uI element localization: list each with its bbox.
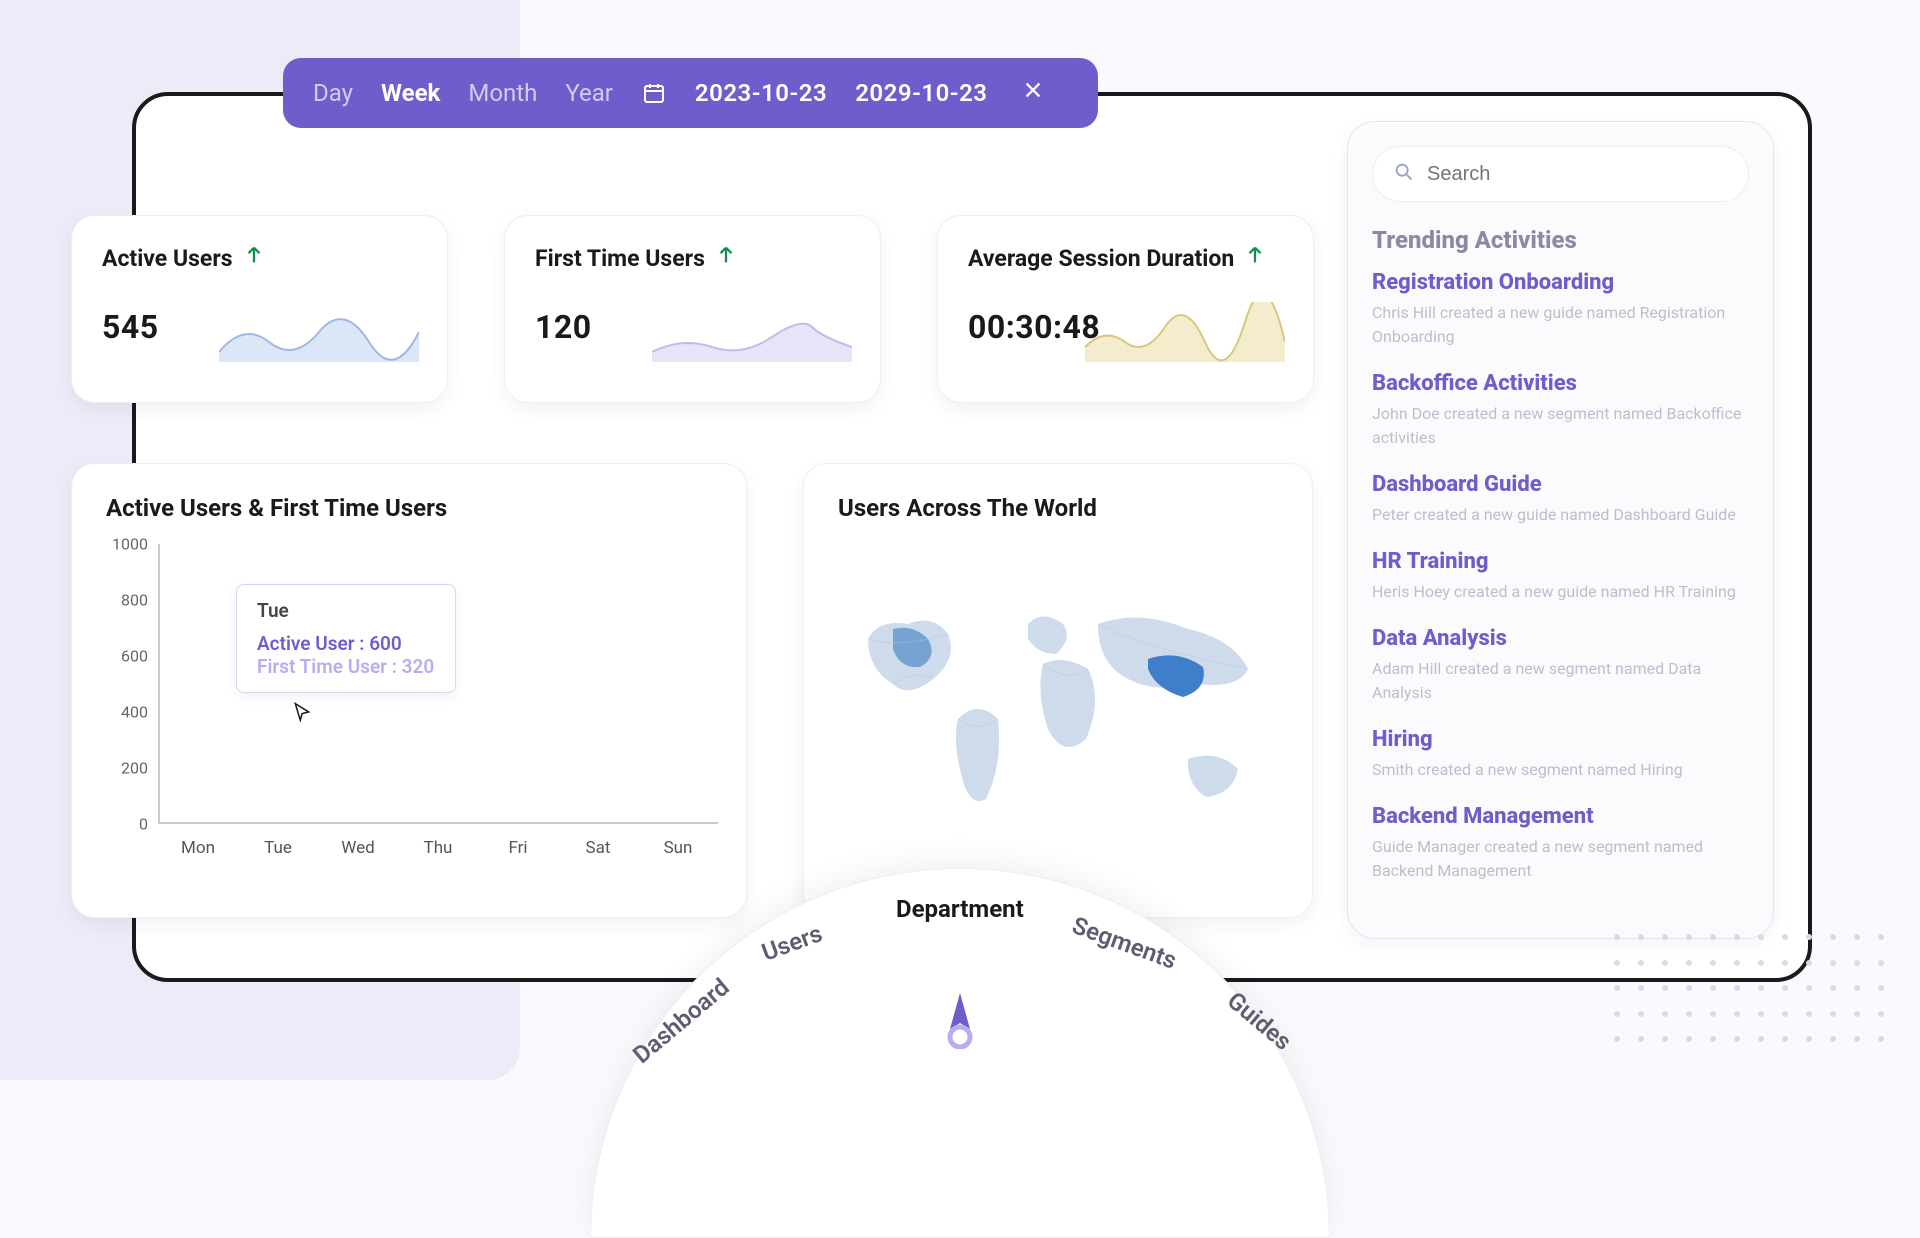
activity-desc: Peter created a new guide named Dashboar… xyxy=(1372,503,1749,527)
activity-title[interactable]: Dashboard Guide xyxy=(1372,472,1749,497)
x-axis-labels: MonTueWedThuFriSatSun xyxy=(158,838,718,858)
stats-row: Active Users 545 First Time Users 120 Av… xyxy=(71,215,1314,403)
activity-desc: John Doe created a new segment named Bac… xyxy=(1372,402,1749,450)
stat-value: 545 xyxy=(102,308,159,346)
chart-card-users: Active Users & First Time Users 1000 800… xyxy=(71,463,747,918)
x-label: Mon xyxy=(158,838,238,858)
x-label: Fri xyxy=(478,838,558,858)
activity-desc: Heris Hoey created a new guide named HR … xyxy=(1372,580,1749,604)
activity-title[interactable]: Data Analysis xyxy=(1372,626,1749,651)
period-end-date[interactable]: 2029-10-23 xyxy=(855,79,987,107)
stat-label: Average Session Duration xyxy=(968,245,1234,272)
activity-title[interactable]: Backend Management xyxy=(1372,804,1749,829)
charts-row: Active Users & First Time Users 1000 800… xyxy=(71,463,1313,918)
activity-desc: Smith created a new segment named Hiring xyxy=(1372,758,1749,782)
period-tab-day[interactable]: Day xyxy=(313,79,353,107)
sparkline-active-users xyxy=(219,302,419,362)
activity-title[interactable]: Hiring xyxy=(1372,727,1749,752)
activity-desc: Chris Hill created a new guide named Reg… xyxy=(1372,301,1749,349)
trending-title: Trending Activities xyxy=(1372,226,1749,254)
activity-item: Registration Onboarding Chris Hill create… xyxy=(1372,270,1749,349)
calendar-icon[interactable] xyxy=(641,80,667,106)
period-tab-month[interactable]: Month xyxy=(468,79,537,107)
stat-card-avg-session: Average Session Duration 00:30:48 xyxy=(937,215,1314,403)
activity-item: HR Training Heris Hoey created a new guid… xyxy=(1372,549,1749,604)
stat-label: First Time Users xyxy=(535,245,705,272)
search-icon xyxy=(1393,161,1415,187)
sparkline-first-time-users xyxy=(652,302,852,362)
chart-title: Active Users & First Time Users xyxy=(106,494,712,522)
x-label: Wed xyxy=(318,838,398,858)
stat-label: Active Users xyxy=(102,245,233,272)
activity-title[interactable]: HR Training xyxy=(1372,549,1749,574)
nav-department[interactable]: Department xyxy=(896,895,1024,923)
x-label: Sun xyxy=(638,838,718,858)
tooltip-first-time-user: First Time User : 320 xyxy=(257,655,435,678)
map-card: Users Across The World xyxy=(803,463,1313,918)
stat-card-first-time-users: First Time Users 120 xyxy=(504,215,881,403)
world-map xyxy=(838,544,1278,874)
activity-item: Backoffice Activities John Doe created a … xyxy=(1372,371,1749,450)
decorative-dots xyxy=(1614,934,1894,1054)
period-range-bar: Day Week Month Year 2023-10-23 2029-10-2… xyxy=(283,58,1098,128)
bar-chart: 1000 800 600 400 200 0 MonTueWedThuFriSa… xyxy=(106,544,712,884)
sparkline-avg-session xyxy=(1085,302,1285,362)
activity-desc: Adam Hill created a new segment named Da… xyxy=(1372,657,1749,705)
trending-panel: Trending Activities Registration Onboard… xyxy=(1347,121,1774,939)
y-axis-labels: 1000 800 600 400 200 0 xyxy=(100,544,148,824)
close-icon[interactable] xyxy=(1022,79,1044,107)
trend-up-icon xyxy=(243,244,265,272)
chart-tooltip: Tue Active User : 600 First Time User : … xyxy=(236,584,456,693)
period-tab-year[interactable]: Year xyxy=(565,79,613,107)
cursor-icon xyxy=(292,702,312,722)
stat-value: 120 xyxy=(535,308,592,346)
activity-item: Backend Management Guide Manager created … xyxy=(1372,804,1749,883)
activity-desc: Guide Manager created a new segment name… xyxy=(1372,835,1749,883)
activity-title[interactable]: Backoffice Activities xyxy=(1372,371,1749,396)
activity-item: Data Analysis Adam Hill created a new seg… xyxy=(1372,626,1749,705)
period-tab-week[interactable]: Week xyxy=(381,79,440,107)
nav-users[interactable]: Users xyxy=(758,919,826,967)
nav-pointer-icon xyxy=(940,993,980,1053)
search-input[interactable] xyxy=(1427,163,1728,186)
activity-item: Dashboard Guide Peter created a new guide… xyxy=(1372,472,1749,527)
tooltip-day: Tue xyxy=(257,599,435,622)
activity-item: Hiring Smith created a new segment named … xyxy=(1372,727,1749,782)
tooltip-active-user: Active User : 600 xyxy=(257,632,435,655)
nav-dashboard[interactable]: Dashboard xyxy=(628,973,735,1069)
map-title: Users Across The World xyxy=(838,494,1278,522)
nav-guides[interactable]: Guides xyxy=(1222,986,1297,1056)
period-start-date[interactable]: 2023-10-23 xyxy=(695,79,827,107)
trend-up-icon xyxy=(1244,244,1266,272)
search-box[interactable] xyxy=(1372,146,1749,202)
x-label: Sat xyxy=(558,838,638,858)
stat-card-active-users: Active Users 545 xyxy=(71,215,448,403)
x-label: Tue xyxy=(238,838,318,858)
x-label: Thu xyxy=(398,838,478,858)
activity-title[interactable]: Registration Onboarding xyxy=(1372,270,1749,295)
stat-value: 00:30:48 xyxy=(968,308,1100,346)
trend-up-icon xyxy=(715,244,737,272)
